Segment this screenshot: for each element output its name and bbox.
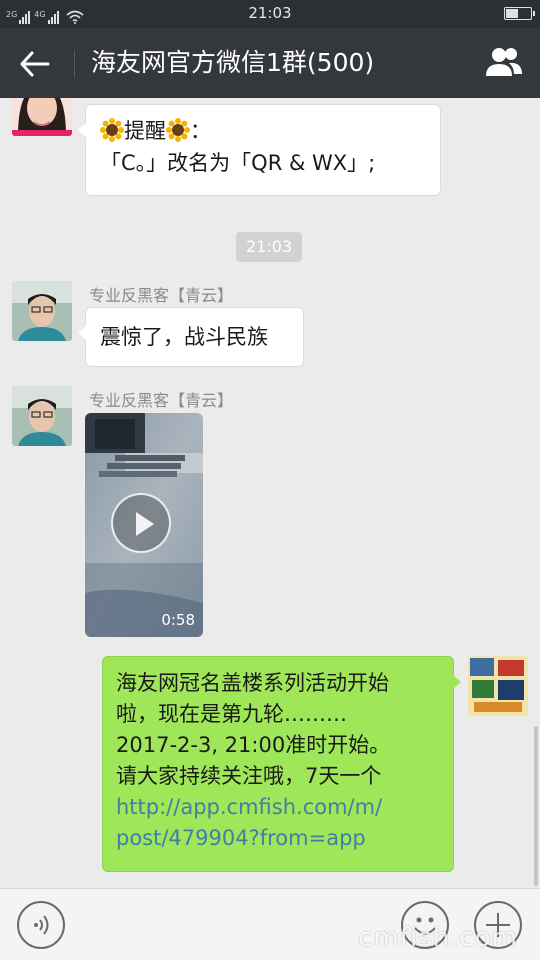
group-members-icon[interactable] [484, 46, 524, 80]
reminder-colon: ： [190, 119, 211, 143]
chat-header: 海友网官方微信1群(500) [0, 28, 540, 98]
message-text: 震惊了，战斗民族 [100, 325, 268, 349]
message-bubble-rename[interactable]: 提醒 ： 「C。」改名为「QR & WX」; [78, 104, 441, 196]
arrow-left-icon[interactable] [18, 48, 54, 80]
play-icon[interactable] [111, 493, 171, 553]
input-bar: cmfish.com [0, 888, 540, 960]
message-line: 海友网冠名盖楼系列活动开始 [116, 671, 389, 695]
watermark: cmfish.com [358, 923, 518, 953]
voice-icon[interactable] [17, 901, 65, 949]
header-divider [74, 50, 75, 78]
message-line: 啦，现在是第九轮……… [116, 702, 347, 726]
avatar[interactable] [12, 98, 72, 136]
battery-fill [506, 9, 518, 18]
sunflower-icon [166, 118, 190, 142]
chat-messages[interactable]: 提醒 ： 「C。」改名为「QR & WX」; 21:03 专业反黑客【青云】 震… [0, 98, 540, 888]
sender-name: 专业反黑客【青云】 [89, 391, 234, 410]
timestamp-pill: 21:03 [236, 232, 303, 262]
link-line[interactable]: post/479904?from=app [116, 823, 440, 854]
message-line: 提醒 ： [100, 115, 426, 147]
video-message[interactable]: 0:58 [85, 413, 203, 637]
sunflower-icon [100, 118, 124, 142]
chat-title: 海友网官方微信1群(500) [91, 48, 375, 77]
message-line: 2017-2-3, 21:00准时开始。 [116, 733, 391, 757]
battery-icon [504, 7, 535, 20]
message-line: 「C。」改名为「QR & WX」; [100, 151, 376, 175]
message-bubble-event[interactable]: 海友网冠名盖楼系列活动开始 啦，现在是第九轮……… 2017-2-3, 21:0… [102, 656, 461, 872]
message-line: 请大家持续关注哦，7天一个 [116, 764, 382, 788]
reminder-label: 提醒 [124, 119, 166, 143]
sender-name: 专业反黑客【青云】 [89, 286, 234, 305]
avatar[interactable] [12, 281, 72, 341]
avatar[interactable] [468, 656, 528, 716]
status-time: 21:03 [248, 4, 292, 22]
scrollbar[interactable] [534, 726, 538, 886]
avatar[interactable] [12, 386, 72, 446]
status-bar: 2G 4G 21:03 [0, 0, 540, 28]
video-duration: 0:58 [161, 611, 195, 629]
message-bubble-shock[interactable]: 震惊了，战斗民族 [78, 307, 304, 367]
link-line[interactable]: http://app.cmfish.com/m/ [116, 792, 440, 823]
